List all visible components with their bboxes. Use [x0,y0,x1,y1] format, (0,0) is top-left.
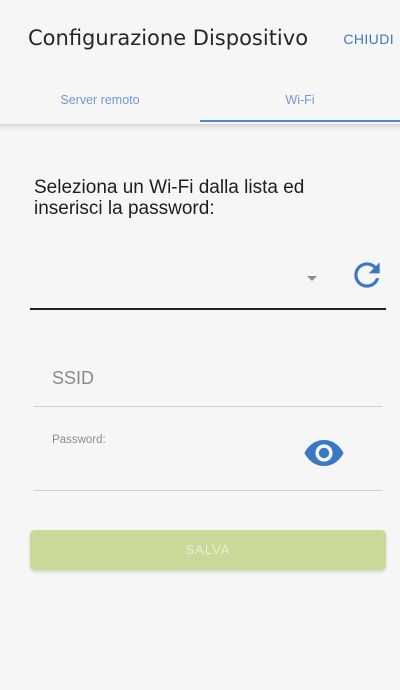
refresh-icon[interactable] [348,256,386,294]
tab-wifi[interactable]: Wi-Fi [200,80,400,124]
password-field[interactable]: Password: [34,424,382,491]
tab-divider [0,124,400,132]
eye-icon[interactable] [304,440,344,466]
dropdown-arrow-icon[interactable] [307,276,317,281]
save-button[interactable]: SALVA [30,530,386,570]
close-button[interactable]: CHIUDI [343,31,394,47]
ssid-field[interactable]: SSID [34,354,382,407]
password-label: Password: [52,434,106,446]
tab-bar: Server remoto Wi-Fi [0,80,400,124]
page-title: Configurazione Dispositivo [28,26,309,50]
app-header: Configurazione Dispositivo CHIUDI [0,0,400,80]
ssid-placeholder: SSID [52,368,95,388]
wifi-network-dropdown[interactable] [30,250,386,310]
tab-server-remoto[interactable]: Server remoto [0,80,200,124]
wifi-instruction: Seleziona un Wi-Fi dalla lista ed inseri… [34,177,305,219]
